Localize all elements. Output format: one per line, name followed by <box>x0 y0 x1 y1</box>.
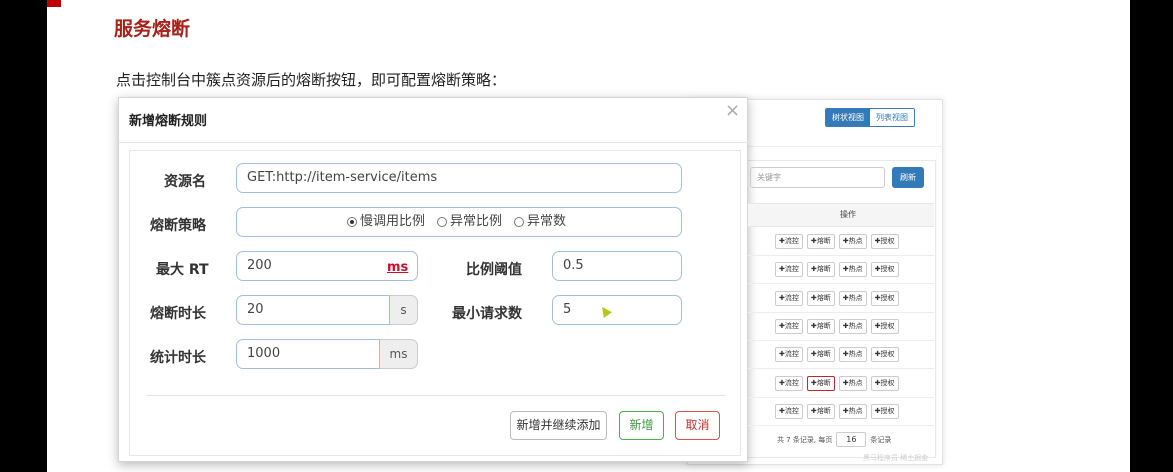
cancel-button[interactable]: 取消 <box>675 411 720 440</box>
strategy-option[interactable]: 异常数 <box>514 208 566 236</box>
table-row: ✚流控 ✚熔断 ✚热点 ✚授权 <box>748 228 934 256</box>
flow-control-button[interactable]: ✚流控 <box>775 403 803 419</box>
auth-button[interactable]: ✚授权 <box>870 318 899 334</box>
auth-button[interactable]: ✚授权 <box>870 403 899 419</box>
ratio-threshold-input[interactable]: 0.5 <box>552 251 682 281</box>
modal-title: 新增熔断规则 <box>129 114 208 129</box>
slide: 服务熔断 点击控制台中簇点资源后的熔断按钮，即可配置熔断策略： 树状视图 列表视… <box>47 0 1130 472</box>
min-request-label: 最小请求数 <box>452 306 522 322</box>
strategy-options: 慢调用比例 异常比例 异常数 <box>347 208 578 236</box>
radio-icon[interactable] <box>514 217 525 227</box>
auth-button[interactable]: ✚授权 <box>870 290 899 306</box>
add-button[interactable]: 新增 <box>619 411 664 440</box>
hotspot-button[interactable]: ✚热点 <box>838 262 867 278</box>
pager: 共 7 条记录, 每页 16 条记录 <box>777 432 891 447</box>
table-row: ✚流控 ✚熔断 ✚热点 ✚授权 <box>748 256 934 285</box>
view-toggle: 树状视图 列表视图 <box>825 108 915 127</box>
hotspot-button[interactable]: ✚热点 <box>838 403 867 419</box>
page-size-input[interactable]: 16 <box>836 432 867 447</box>
strategy-option-label: 异常数 <box>527 214 567 229</box>
keyword-search-input[interactable]: 关键字 <box>750 167 885 188</box>
flow-control-button[interactable]: ✚流控 <box>775 375 803 391</box>
list-view-button[interactable]: 列表视图 <box>870 109 914 126</box>
hotspot-button[interactable]: ✚热点 <box>838 347 867 363</box>
table-row: ✚流控 ✚熔断 ✚热点 ✚授权 <box>748 313 934 341</box>
circuit-break-button[interactable]: ✚熔断 <box>806 290 835 306</box>
flow-control-button[interactable]: ✚流控 <box>775 290 803 306</box>
strategy-option-label: 异常比例 <box>450 214 503 229</box>
flow-control-button[interactable]: ✚流控 <box>775 347 803 363</box>
flow-control-button[interactable]: ✚流控 <box>775 262 803 278</box>
max-rt-unit: ms <box>387 260 409 275</box>
circuit-break-button[interactable]: ✚熔断 <box>806 318 835 334</box>
strategy-label: 熔断策略 <box>150 218 206 234</box>
strategy-radio-group: 慢调用比例 异常比例 异常数 <box>236 207 682 237</box>
circuit-break-button[interactable]: ✚熔断 <box>806 375 835 391</box>
auth-button[interactable]: ✚授权 <box>870 375 899 391</box>
break-duration-label: 熔断时长 <box>150 306 206 322</box>
intro-text: 点击控制台中簇点资源后的熔断按钮，即可配置熔断策略： <box>116 71 507 89</box>
circuit-break-button[interactable]: ✚熔断 <box>806 262 835 278</box>
refresh-button[interactable]: 刷新 <box>892 167 924 188</box>
strategy-option-label: 慢调用比例 <box>360 214 426 229</box>
flow-control-button[interactable]: ✚流控 <box>775 234 803 249</box>
rule-form: 资源名 GET:http://item-service/items 熔断策略 慢… <box>129 150 741 456</box>
stat-duration-label: 统计时长 <box>150 350 206 366</box>
auth-button[interactable]: ✚授权 <box>870 262 899 278</box>
circuit-break-button[interactable]: ✚熔断 <box>806 347 835 363</box>
hotspot-button[interactable]: ✚热点 <box>838 234 867 249</box>
section-heading: 服务熔断 <box>114 18 191 40</box>
stat-duration-unit: ms <box>380 339 418 369</box>
resource-name-label: 资源名 <box>164 174 206 190</box>
pager-total-text: 共 7 条记录, 每页 <box>777 435 833 444</box>
tree-view-button[interactable]: 树状视图 <box>826 109 870 126</box>
flow-control-button[interactable]: ✚流控 <box>775 318 803 334</box>
auth-button[interactable]: ✚授权 <box>870 234 899 249</box>
table-row: ✚流控 ✚熔断 ✚热点 ✚授权 <box>748 341 934 370</box>
circuit-break-button[interactable]: ✚熔断 <box>806 403 835 419</box>
watermark: 黑马程序员 稀土掘金 <box>863 454 929 462</box>
table-row: ✚流控 ✚熔断 ✚热点 ✚授权 <box>748 285 934 313</box>
break-duration-input[interactable]: 20 <box>236 295 390 325</box>
ops-column-header: 操作 <box>748 203 934 227</box>
resource-name-input[interactable]: GET:http://item-service/items <box>236 163 682 193</box>
add-and-continue-button[interactable]: 新增并继续添加 <box>510 411 607 440</box>
radio-icon[interactable] <box>437 217 448 227</box>
close-icon[interactable]: × <box>725 100 740 121</box>
table-row: ✚流控 ✚熔断 ✚热点 ✚授权 <box>748 370 934 398</box>
hotspot-button[interactable]: ✚热点 <box>838 318 867 334</box>
hotspot-button[interactable]: ✚热点 <box>838 375 867 391</box>
strategy-option[interactable]: 慢调用比例 <box>347 208 425 236</box>
min-request-input[interactable]: 5 <box>552 295 682 325</box>
ratio-threshold-label: 比例阈值 <box>466 262 522 278</box>
circuit-break-button[interactable]: ✚熔断 <box>806 234 835 249</box>
max-rt-label: 最大 RT <box>156 262 209 278</box>
add-circuit-breaker-modal: 新增熔断规则 × 资源名 GET:http://item-service/ite… <box>118 97 749 462</box>
auth-button[interactable]: ✚授权 <box>870 347 899 363</box>
red-corner-marker <box>47 0 61 7</box>
strategy-option[interactable]: 异常比例 <box>437 208 502 236</box>
stat-duration-input[interactable]: 1000 <box>236 339 380 369</box>
break-duration-unit: s <box>390 295 418 325</box>
radio-icon[interactable] <box>347 217 357 227</box>
pager-unit-text: 条记录 <box>870 435 892 444</box>
modal-divider <box>119 142 749 143</box>
hotspot-button[interactable]: ✚热点 <box>838 290 867 306</box>
table-row: ✚流控 ✚熔断 ✚热点 ✚授权 <box>748 398 934 426</box>
form-divider <box>146 395 726 396</box>
